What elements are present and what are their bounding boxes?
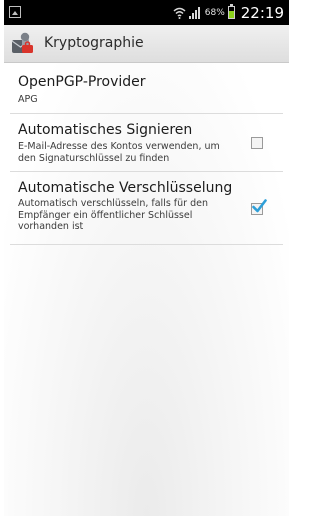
app-icon[interactable] — [10, 31, 36, 57]
pref-title: Automatisches Signieren — [18, 122, 193, 138]
preferences-list: OpenPGP-Provider APG Automatisches Signi… — [4, 63, 289, 516]
page-title: Kryptographie — [44, 35, 144, 51]
pref-openpgp-provider[interactable]: OpenPGP-Provider APG — [10, 71, 283, 114]
action-bar: Kryptographie — [4, 25, 289, 63]
pref-summary: E-Mail-Adresse des Kontos verwenden, um … — [18, 141, 220, 164]
pref-auto-sign[interactable]: Automatisches Signieren E-Mail-Adresse d… — [10, 121, 283, 172]
wifi-icon — [173, 7, 186, 19]
status-bar: 68% 22:19 — [4, 0, 289, 25]
screenshot-notification-icon — [9, 6, 21, 18]
battery-percent: 68% — [204, 7, 225, 18]
pref-summary: APG — [18, 94, 38, 105]
pref-title: OpenPGP-Provider — [18, 74, 146, 90]
screen: 68% 22:19 Kryptographie OpenPGP-Provider… — [4, 0, 289, 516]
pref-auto-encrypt[interactable]: Automatische Verschlüsselung Automatisch… — [10, 178, 283, 245]
status-icons: 68% 22:19 — [173, 3, 284, 22]
pref-title: Automatische Verschlüsselung — [18, 180, 233, 196]
status-clock: 22:19 — [240, 3, 284, 22]
battery-icon — [227, 4, 235, 19]
signal-strength-icon — [188, 6, 200, 19]
auto-encrypt-checkbox[interactable] — [251, 199, 267, 215]
pref-summary: Automatisch verschlüsseln, falls für den… — [18, 198, 208, 232]
auto-sign-checkbox[interactable] — [251, 137, 263, 149]
check-icon — [252, 199, 267, 213]
battery-level-fill — [228, 10, 234, 18]
